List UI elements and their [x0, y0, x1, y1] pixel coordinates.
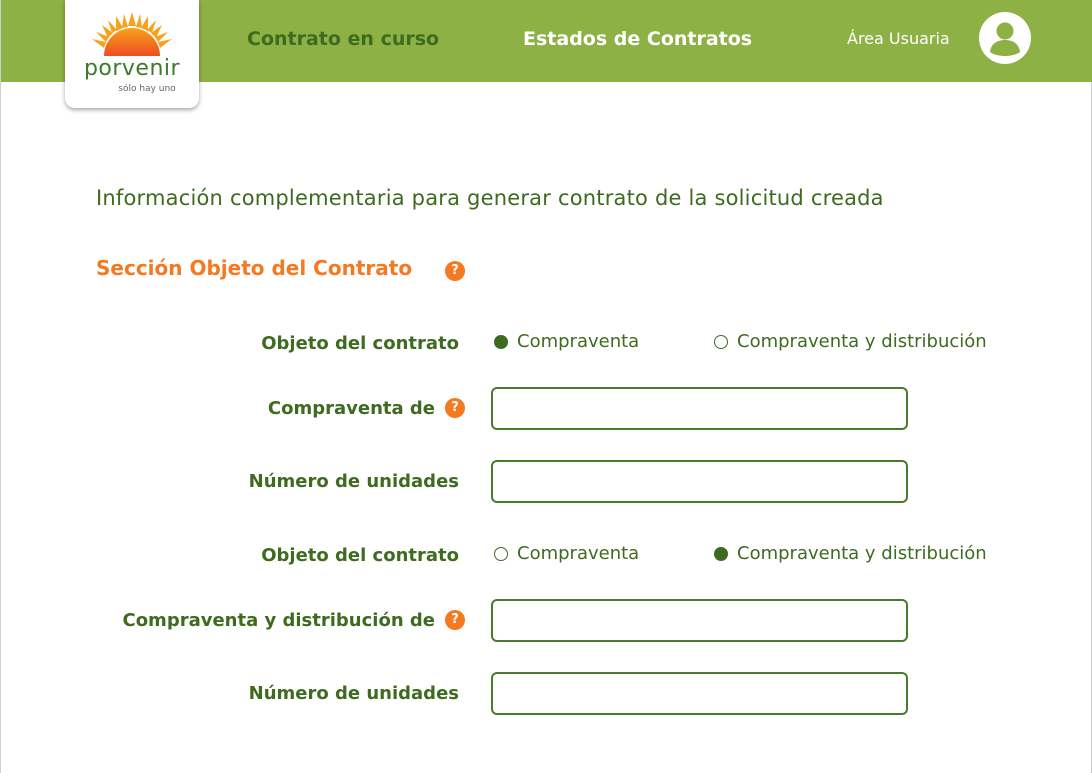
nav-contract-states[interactable]: Estados de Contratos [523, 28, 752, 50]
units-label: Número de unidades [248, 471, 459, 492]
nav-contract-in-progress[interactable]: Contrato en curso [247, 28, 439, 50]
sale-of-label: Compraventa de [267, 398, 435, 419]
radio-compraventa[interactable]: Compraventa [494, 331, 639, 352]
page: porvenir sólo hay uno Contrato en curso … [0, 0, 1092, 773]
contract-object-label: Objeto del contrato [261, 333, 459, 354]
section-title: Sección Objeto del Contrato [96, 256, 413, 280]
radio-label: Compraventa [517, 543, 640, 564]
units-label: Número de unidades [248, 683, 459, 704]
units-input[interactable] [491, 460, 908, 503]
intro-text: Información complementaria para generar … [96, 186, 884, 210]
nav-user-area[interactable]: Área Usuaria [847, 29, 950, 48]
radio-label: Compraventa [517, 331, 640, 352]
radio-selected-icon [494, 334, 508, 349]
brand-name: porvenir [83, 56, 181, 81]
radio-selected-icon [714, 546, 728, 561]
user-avatar-icon [990, 22, 1020, 56]
sale-distribution-of-label: Compraventa y distribución de [122, 610, 435, 631]
sale-distribution-help-icon[interactable]: ? [445, 610, 465, 630]
brand-tagline: sólo hay uno [118, 84, 176, 94]
radio-unselected-icon [494, 546, 508, 561]
radio-label: Compraventa y distribución [737, 331, 987, 352]
contract-object-label: Objeto del contrato [261, 545, 459, 566]
sale-of-input[interactable] [491, 387, 908, 430]
radio-compraventa-distribucion[interactable]: Compraventa y distribución [714, 331, 987, 352]
radio-compraventa-distribucion[interactable]: Compraventa y distribución [714, 543, 987, 564]
brand-logo[interactable]: porvenir sólo hay uno [65, 0, 199, 108]
section-help-icon[interactable]: ? [445, 261, 465, 281]
user-avatar-button[interactable] [979, 12, 1031, 64]
radio-unselected-icon [714, 334, 728, 349]
sale-of-help-icon[interactable]: ? [445, 398, 465, 418]
sun-logo-icon [92, 12, 172, 56]
units-input[interactable] [491, 672, 908, 715]
radio-label: Compraventa y distribución [737, 543, 987, 564]
radio-compraventa[interactable]: Compraventa [494, 543, 639, 564]
top-navigation-bar: porvenir sólo hay uno Contrato en curso … [1, 0, 1092, 108]
sale-distribution-of-input[interactable] [491, 599, 908, 642]
